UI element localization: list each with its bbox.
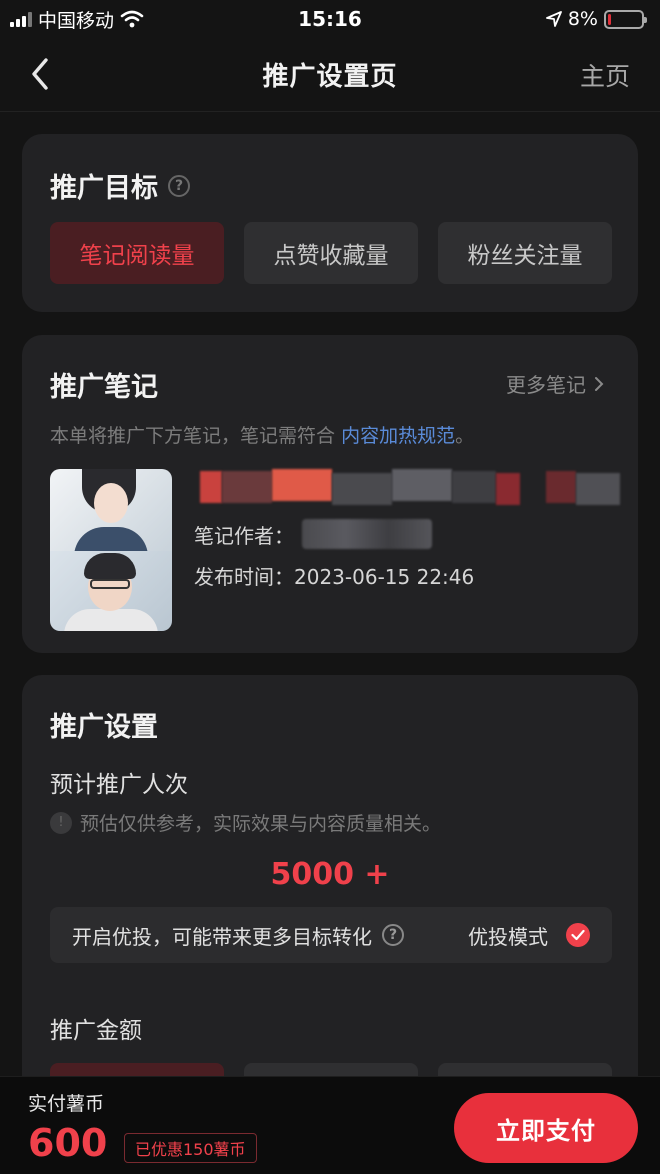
goal-options: 笔记阅读量 点赞收藏量 粉丝关注量 xyxy=(50,222,612,284)
more-notes-link[interactable]: 更多笔记 xyxy=(506,369,604,398)
boost-mode-label: 优投模式 xyxy=(468,924,548,949)
settings-title: 推广设置 xyxy=(50,712,158,743)
info-icon: ! xyxy=(50,811,72,834)
goal-title: 推广目标 xyxy=(50,173,158,204)
boost-row: 开启优投，可能带来更多目标转化 ? 优投模式 xyxy=(50,907,612,963)
question-icon[interactable]: ? xyxy=(382,924,404,946)
goal-title-row: 推广目标 ? xyxy=(50,166,190,205)
publish-label: 发布时间： xyxy=(194,565,294,589)
discount-badge: 已优惠150薯币 xyxy=(124,1133,257,1163)
pay-now-button[interactable]: 立即支付 xyxy=(454,1093,638,1163)
carrier-label: 中国移动 xyxy=(38,9,115,32)
goal-option-reads[interactable]: 笔记阅读量 xyxy=(50,222,224,284)
battery-percent: 8% xyxy=(567,8,598,30)
thumbnail-bottom-image xyxy=(50,551,172,631)
publish-time: 2023-06-15 22:46 xyxy=(294,565,475,589)
back-icon[interactable] xyxy=(24,54,58,94)
pay-bar: 实付薯币 600 已优惠150薯币 立即支付 xyxy=(0,1076,660,1174)
settings-card: 推广设置 预计推广人次 ! 预估仅供参考，实际效果与内容质量相关。 5000 +… xyxy=(22,675,638,1095)
author-label: 笔记作者： xyxy=(194,523,294,548)
status-right: 8% xyxy=(545,8,647,30)
author-name-redacted xyxy=(302,519,432,549)
thumbnail-top-image xyxy=(50,469,172,557)
chevron-right-icon xyxy=(595,376,604,391)
battery-fill xyxy=(608,13,611,25)
signal-icon xyxy=(10,11,32,27)
boost-description: 开启优投，可能带来更多目标转化 ? xyxy=(72,921,404,950)
nav-bar: 推广设置页 主页 xyxy=(0,38,660,112)
note-thumbnail[interactable] xyxy=(50,469,172,631)
estimate-value: 5000 + xyxy=(270,857,390,892)
estimate-hint: ! 预估仅供参考，实际效果与内容质量相关。 xyxy=(50,809,441,836)
note-title-redacted xyxy=(200,469,620,505)
goal-card: 推广目标 ? 笔记阅读量 点赞收藏量 粉丝关注量 xyxy=(22,134,638,312)
home-link[interactable]: 主页 xyxy=(580,57,630,93)
content-rules-link[interactable]: 内容加热规范 xyxy=(341,425,455,447)
note-time-row: 发布时间：2023-06-15 22:46 xyxy=(194,561,474,590)
note-desc-suffix: 。 xyxy=(455,425,475,447)
question-icon[interactable]: ? xyxy=(168,174,190,197)
amount-label: 推广金额 xyxy=(50,1018,142,1044)
status-left: 中国移动 xyxy=(10,6,144,33)
status-bar: 中国移动 15:16 8% xyxy=(0,0,660,38)
boost-mode-toggle[interactable]: 优投模式 xyxy=(468,921,590,950)
goal-option-likes[interactable]: 点赞收藏量 xyxy=(244,222,418,284)
pay-amount: 600 xyxy=(28,1121,108,1165)
check-icon[interactable] xyxy=(566,923,590,947)
estimate-label: 预计推广人次 xyxy=(50,772,188,798)
estimate-hint-text: 预估仅供参考，实际效果与内容质量相关。 xyxy=(80,813,442,835)
goal-option-followers[interactable]: 粉丝关注量 xyxy=(438,222,612,284)
battery-icon xyxy=(604,9,647,29)
note-requirement-text: 本单将推广下方笔记，笔记需符合 内容加热规范。 xyxy=(50,421,474,448)
wifi-icon xyxy=(120,10,144,28)
note-author-row: 笔记作者： xyxy=(194,519,432,549)
more-notes-label: 更多笔记 xyxy=(506,373,586,397)
note-section-title: 推广笔记 xyxy=(50,372,158,403)
page-title: 推广设置页 xyxy=(262,62,398,92)
pay-label: 实付薯币 xyxy=(28,1093,105,1115)
note-card: 推广笔记 更多笔记 本单将推广下方笔记，笔记需符合 内容加热规范。 笔记作者： … xyxy=(22,335,638,653)
location-arrow-icon xyxy=(545,11,562,27)
note-desc-prefix: 本单将推广下方笔记，笔记需符合 xyxy=(50,425,336,447)
boost-text: 开启优投，可能带来更多目标转化 xyxy=(72,924,372,949)
